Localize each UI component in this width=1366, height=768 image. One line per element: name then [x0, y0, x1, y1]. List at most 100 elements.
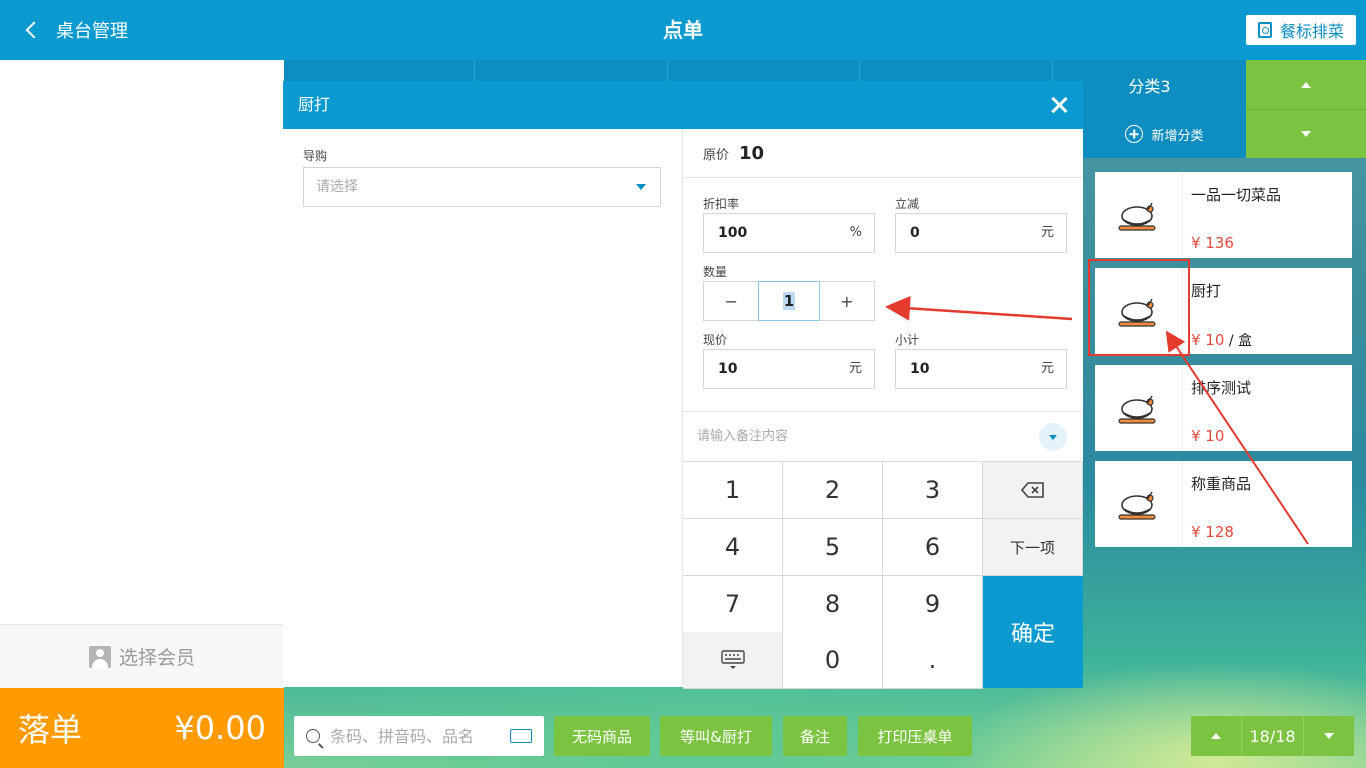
user-icon	[88, 645, 111, 668]
reduce-input[interactable]: 0 元	[895, 213, 1067, 253]
top-header: 桌台管理 点单 餐标排菜	[0, 0, 1366, 60]
confirm-button[interactable]: 确定	[983, 576, 1083, 688]
dialog-title: 厨打	[298, 95, 331, 114]
key-7[interactable]: 7	[683, 576, 783, 633]
yuan-suffix: 元	[1040, 361, 1054, 376]
discount-label: 折扣率	[703, 197, 740, 211]
product-card[interactable]: 一品一切菜品 ¥ 136	[1095, 172, 1352, 258]
page-up-button[interactable]	[1191, 716, 1241, 756]
quantity-plus-button[interactable]: +	[820, 282, 874, 320]
current-price-input[interactable]: 10 元	[703, 349, 875, 389]
product-name: 称重商品	[1191, 475, 1252, 493]
yuan-suffix: 元	[1040, 225, 1054, 240]
roast-chicken-icon	[1095, 461, 1183, 547]
key-0[interactable]: 0	[783, 632, 883, 689]
next-item-key[interactable]: 下一项	[983, 519, 1083, 576]
original-price-label: 原价	[703, 147, 730, 163]
percent-suffix: %	[849, 225, 862, 240]
reduce-label: 立减	[895, 197, 920, 211]
quantity-stepper: − 1 +	[703, 281, 875, 321]
page-indicator: 18/18	[1241, 716, 1304, 756]
search-input[interactable]	[330, 726, 500, 746]
key-dot[interactable]: .	[883, 632, 983, 689]
add-category-button[interactable]: 新增分类	[1083, 110, 1246, 158]
key-4[interactable]: 4	[683, 519, 783, 576]
roast-chicken-icon	[1095, 365, 1183, 451]
search-icon	[306, 729, 320, 743]
key-2[interactable]: 2	[783, 462, 883, 519]
quantity-input[interactable]: 1	[758, 281, 820, 321]
back-label: 桌台管理	[56, 21, 128, 42]
remark-button[interactable]: 备注	[783, 716, 847, 756]
place-order-button[interactable]: 落单 ¥0.00	[0, 688, 284, 768]
discount-input[interactable]: 100 %	[703, 213, 875, 253]
key-6[interactable]: 6	[883, 519, 983, 576]
keyboard-icon[interactable]	[510, 729, 532, 743]
product-card[interactable]: 称重商品 ¥ 128	[1095, 461, 1352, 547]
backspace-key[interactable]	[983, 462, 1083, 519]
category-scroll-up-button[interactable]	[1246, 60, 1366, 110]
quantity-value: 1	[782, 292, 796, 310]
key-9[interactable]: 9	[883, 576, 983, 633]
print-table-slip-button[interactable]: 打印压桌单	[858, 716, 972, 756]
chevron-left-icon	[25, 21, 43, 39]
item-edit-dialog: 厨打 导购 请选择 原价 10 折扣率 100 % 立减 0 元 数量 − 1 …	[283, 81, 1083, 689]
remark-placeholder: 请输入备注内容	[697, 429, 789, 444]
category-scroll-down-button[interactable]	[1246, 110, 1366, 158]
subtotal-value: 10	[910, 361, 930, 377]
guide-placeholder: 请选择	[316, 179, 358, 195]
product-name: 一品一切菜品	[1191, 186, 1282, 204]
key-8[interactable]: 8	[783, 576, 883, 633]
discount-value: 100	[718, 225, 748, 241]
order-total: ¥0.00	[174, 709, 266, 747]
current-price-label: 现价	[703, 333, 728, 347]
page-title: 点单	[663, 18, 703, 42]
yuan-suffix: 元	[848, 361, 862, 376]
wait-call-kitchen-print-button[interactable]: 等叫&厨打	[660, 716, 772, 756]
quantity-label: 数量	[703, 265, 728, 279]
triangle-up-icon	[1211, 733, 1221, 739]
place-order-label: 落单	[18, 711, 83, 749]
numeric-keypad: 1 2 3 4 5 6 下一项 7 8 9 确定 0 .	[683, 461, 1083, 689]
original-price-value: 10	[739, 142, 765, 164]
subtotal-input[interactable]: 10 元	[895, 349, 1067, 389]
select-member-label: 选择会员	[118, 647, 195, 669]
key-3[interactable]: 3	[883, 462, 983, 519]
keyboard-icon	[720, 650, 745, 669]
product-price: ¥ 136	[1191, 234, 1234, 252]
product-name: 厨打	[1191, 282, 1222, 300]
caret-down-icon	[636, 184, 646, 190]
no-barcode-item-button[interactable]: 无码商品	[554, 716, 650, 756]
select-member-button[interactable]: 选择会员	[0, 624, 284, 688]
original-price-row: 原价 10	[683, 129, 1083, 178]
order-list-panel	[0, 60, 284, 688]
current-price-value: 10	[718, 361, 738, 377]
subtotal-label: 小计	[895, 333, 920, 347]
close-icon[interactable]	[1049, 95, 1069, 115]
dialog-header: 厨打	[283, 81, 1083, 129]
product-price: ¥ 10 / 盒	[1191, 331, 1253, 349]
keyboard-toggle-key[interactable]	[683, 632, 783, 689]
product-name: 排序测试	[1191, 379, 1252, 397]
remark-input[interactable]: 请输入备注内容	[683, 411, 1083, 461]
dialog-left-pane: 导购 请选择	[283, 129, 683, 687]
triangle-up-icon	[1301, 81, 1311, 88]
triangle-down-icon	[1324, 733, 1334, 739]
guide-select[interactable]: 请选择	[303, 167, 661, 207]
roast-chicken-icon	[1095, 172, 1183, 258]
backspace-icon	[1020, 482, 1044, 498]
product-price: ¥ 128	[1191, 523, 1234, 541]
page-down-button[interactable]	[1304, 716, 1354, 756]
reduce-value: 0	[910, 225, 920, 241]
key-1[interactable]: 1	[683, 462, 783, 519]
back-button[interactable]: 桌台管理	[20, 0, 128, 60]
quantity-minus-button[interactable]: −	[704, 282, 758, 320]
remark-dropdown-icon[interactable]	[1039, 423, 1067, 451]
dialog-right-pane: 原价 10 折扣率 100 % 立减 0 元 数量 − 1 + 现价 10 元 …	[683, 129, 1083, 689]
add-category-label: 新增分类	[1151, 128, 1204, 144]
guide-label: 导购	[303, 149, 328, 163]
key-5[interactable]: 5	[783, 519, 883, 576]
menu-card-icon	[1257, 22, 1272, 38]
meal-standard-button[interactable]: 餐标排菜	[1246, 15, 1356, 45]
product-card[interactable]: 排序测试 ¥ 10	[1095, 365, 1352, 451]
